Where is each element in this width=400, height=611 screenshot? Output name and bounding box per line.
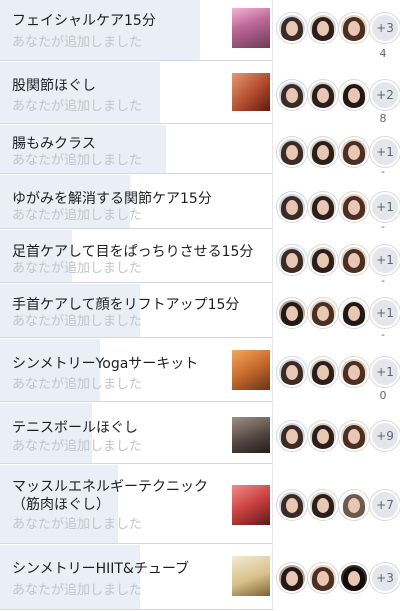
avatar	[339, 245, 369, 275]
more-members-badge[interactable]: +3	[370, 563, 400, 593]
list-item[interactable]: 手首ケアして顔をリフトアップ15分 あなたが追加しました +1 -	[0, 284, 400, 341]
playlist-subtitle: あなたが追加しました	[12, 517, 143, 532]
playlist-title: 手首ケアして顔をリフトアップ15分	[12, 297, 240, 313]
avatar	[308, 13, 338, 43]
avatar	[308, 298, 338, 328]
row-marker: 4	[379, 47, 387, 60]
video-thumbnail[interactable]	[232, 417, 270, 453]
avatar	[308, 137, 338, 167]
avatar	[277, 563, 307, 593]
more-members-badge[interactable]: +1	[370, 192, 400, 222]
avatar	[339, 137, 369, 167]
avatar	[277, 137, 307, 167]
playlist-subtitle: あなたが追加しました	[12, 208, 143, 223]
avatar	[308, 245, 338, 275]
playlist-title: 足首ケアして目をぱっちりさせる15分	[12, 244, 254, 260]
avatar	[339, 192, 369, 222]
progress-shade	[0, 0, 200, 60]
more-members-badge[interactable]: +3	[370, 13, 400, 43]
playlist-subtitle: あなたが追加しました	[12, 261, 143, 276]
playlist-card[interactable]: 股関節ほぐし あなたが追加しました	[0, 62, 273, 124]
video-thumbnail[interactable]	[232, 73, 270, 111]
video-thumbnail[interactable]	[232, 350, 270, 390]
playlist-card[interactable]: 腸もみクラス あなたが追加しました	[0, 125, 273, 174]
video-thumbnail[interactable]	[232, 556, 270, 596]
avatar	[339, 563, 369, 593]
list-item[interactable]: 足首ケアして目をぱっちりさせる15分 あなたが追加しました +1 -	[0, 230, 400, 287]
more-members-badge[interactable]: +1	[370, 298, 400, 328]
playlist-card[interactable]: マッスルエネルギーテクニック（筋肉ほぐし） あなたが追加しました	[0, 465, 273, 544]
playlist-subtitle: あなたが追加しました	[12, 99, 143, 114]
playlist-title: シンメトリーHIIT&チューブ	[12, 561, 189, 577]
playlist-card[interactable]: テニスボールほぐし あなたが追加しました	[0, 403, 273, 464]
more-members-badge[interactable]: +1	[370, 245, 400, 275]
avatar	[339, 421, 369, 451]
more-members-badge[interactable]: +2	[370, 80, 400, 110]
playlist-card[interactable]: シンメトリーYogaサーキット あなたが追加しました	[0, 339, 273, 402]
avatar	[308, 192, 338, 222]
playlist-title: 股関節ほぐし	[12, 78, 96, 94]
playlist-subtitle: あなたが追加しました	[12, 35, 143, 50]
list-item[interactable]: ゆがみを解消する関節ケア15分 あなたが追加しました +1 -	[0, 175, 400, 233]
list-item[interactable]: テニスボールほぐし あなたが追加しました +9	[0, 403, 400, 465]
playlist-card[interactable]: 手首ケアして顔をリフトアップ15分 あなたが追加しました	[0, 284, 273, 338]
avatar	[339, 298, 369, 328]
more-members-badge[interactable]: +9	[370, 421, 400, 451]
more-members-badge[interactable]: +1	[370, 357, 400, 387]
row-marker: 0	[379, 389, 387, 402]
playlist-subtitle: あなたが追加しました	[12, 314, 143, 329]
avatar	[277, 13, 307, 43]
video-thumbnail[interactable]	[232, 8, 270, 48]
avatar	[277, 298, 307, 328]
playlist-subtitle: あなたが追加しました	[12, 377, 143, 392]
video-thumbnail[interactable]	[232, 485, 270, 525]
playlist-title: フェイシャルケア15分	[12, 13, 156, 29]
avatar	[277, 490, 307, 520]
playlist-subtitle: あなたが追加しました	[12, 583, 143, 598]
row-marker: 8	[379, 112, 387, 125]
avatar	[308, 490, 338, 520]
avatar	[339, 490, 369, 520]
list-item[interactable]: 股関節ほぐし あなたが追加しました +2 8	[0, 62, 400, 125]
playlist-title: マッスルエネルギーテクニック（筋肉ほぐし）	[12, 479, 208, 513]
avatar	[339, 80, 369, 110]
avatar	[339, 357, 369, 387]
list-item[interactable]: 腸もみクラス あなたが追加しました +1 -	[0, 125, 400, 178]
avatar	[277, 357, 307, 387]
playlist-card[interactable]: フェイシャルケア15分 あなたが追加しました	[0, 0, 273, 61]
avatar	[277, 421, 307, 451]
playlist-card[interactable]: 足首ケアして目をぱっちりさせる15分 あなたが追加しました	[0, 230, 273, 283]
list-item[interactable]: フェイシャルケア15分 あなたが追加しました +3 4	[0, 0, 400, 62]
avatar	[277, 245, 307, 275]
avatar	[308, 80, 338, 110]
playlist-title: 腸もみクラス	[12, 136, 96, 152]
avatar	[277, 80, 307, 110]
list-item[interactable]: シンメトリーHIIT&チューブ あなたが追加しました +3	[0, 545, 400, 611]
list-item[interactable]: マッスルエネルギーテクニック（筋肉ほぐし） あなたが追加しました +7	[0, 465, 400, 545]
playlist-subtitle: あなたが追加しました	[12, 153, 143, 168]
playlist-title: ゆがみを解消する関節ケア15分	[12, 191, 212, 207]
avatar	[339, 13, 369, 43]
avatar	[277, 192, 307, 222]
list-item[interactable]: シンメトリーYogaサーキット あなたが追加しました +1 0	[0, 339, 400, 403]
avatar	[308, 421, 338, 451]
playlist-card[interactable]: ゆがみを解消する関節ケア15分 あなたが追加しました	[0, 175, 273, 229]
playlist-subtitle: あなたが追加しました	[12, 439, 143, 454]
playlist-title: テニスボールほぐし	[12, 420, 138, 436]
more-members-badge[interactable]: +1	[370, 137, 400, 167]
playlist-card[interactable]: シンメトリーHIIT&チューブ あなたが追加しました	[0, 545, 273, 610]
playlist-title: シンメトリーYogaサーキット	[12, 356, 199, 372]
avatar	[308, 563, 338, 593]
avatar	[308, 357, 338, 387]
more-members-badge[interactable]: +7	[370, 490, 400, 520]
